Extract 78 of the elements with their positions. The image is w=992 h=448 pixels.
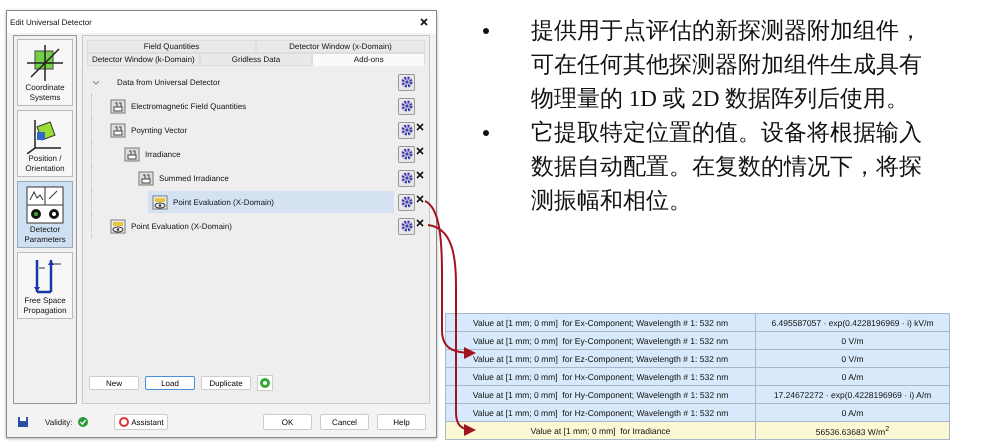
sidebar-item[interactable]: Free Space Propagation xyxy=(17,252,73,319)
tab[interactable]: Gridless Data xyxy=(200,53,312,66)
tree-label: Data from Universal Detector xyxy=(116,78,222,86)
bullet-text: 它提取特定位置的值。设备将根据输入数据自动配置。在复数的情况下，将探测振幅和相位。 xyxy=(531,119,923,215)
table-cell: 0 A/m xyxy=(756,404,950,422)
sidebar-item[interactable]: Detector Parameters xyxy=(17,181,73,248)
lifebuoy-icon xyxy=(119,417,130,427)
module-icon xyxy=(138,170,154,186)
remove-icon[interactable] xyxy=(416,219,424,227)
settings-button[interactable] xyxy=(398,74,415,90)
dialog-button[interactable]: Cancel xyxy=(320,414,369,430)
gear-icon xyxy=(400,220,412,232)
settings-button[interactable] xyxy=(398,170,415,186)
table-cell: 6.495587057 · exp(0.4228196969 · i) kV/m xyxy=(756,314,950,332)
check-icon xyxy=(78,417,88,427)
action-button[interactable]: Duplicate xyxy=(201,376,251,390)
gear-icon xyxy=(400,148,412,160)
table-cell: 0 A/m xyxy=(756,368,950,386)
settings-button[interactable] xyxy=(398,146,415,162)
tree-item[interactable]: Irradiance xyxy=(120,143,394,165)
action-button[interactable]: New xyxy=(89,376,139,390)
settings-button[interactable] xyxy=(398,194,415,210)
table-cell: Value at [1 mm; 0 mm] for Ez-Component; Wavelength # 1: 532 nm xyxy=(446,350,756,368)
dialog-button[interactable]: Help xyxy=(377,414,426,430)
module-icon xyxy=(110,122,126,138)
chevron-icon[interactable] xyxy=(92,80,100,84)
eye-icon xyxy=(152,194,168,210)
table-cell: 56536.63683 W/m$^{2}$ xyxy=(756,422,950,440)
settings-button[interactable] xyxy=(398,218,415,234)
cube-axes-icon xyxy=(25,43,65,83)
gear-icon xyxy=(400,196,412,208)
remove-icon[interactable] xyxy=(416,195,424,203)
bullet-icon xyxy=(483,28,489,34)
table-cell: Value at [1 mm; 0 mm] for Ex-Component; Wavelength # 1: 532 nm xyxy=(446,314,756,332)
module-icon xyxy=(110,98,126,114)
table-cell: 0 V/m xyxy=(756,350,950,368)
sidebar-item[interactable]: Position / Orientation xyxy=(17,110,73,177)
tree-item[interactable]: Poynting Vector xyxy=(106,119,394,141)
tree-item[interactable]: Point Evaluation (X-Domain) xyxy=(148,191,394,213)
remove-icon[interactable] xyxy=(416,171,424,179)
tab[interactable]: Add-ons xyxy=(312,53,426,66)
validity-label: Validity: xyxy=(45,418,72,426)
tab[interactable]: Detector Window (k-Domain) xyxy=(87,53,200,66)
bullet-icon xyxy=(483,130,489,136)
remove-icon[interactable] xyxy=(416,123,424,131)
dialog-button[interactable]: OK xyxy=(263,414,312,430)
tab[interactable]: Detector Window (x-Domain) xyxy=(256,40,425,53)
sidebar-item[interactable]: Coordinate Systems xyxy=(17,39,73,106)
remove-icon[interactable] xyxy=(416,147,424,155)
tree-item[interactable]: Point Evaluation (X-Domain) xyxy=(106,215,394,237)
table-cell: Value at [1 mm; 0 mm] for Ey-Component; Wavelength # 1: 532 nm xyxy=(446,332,756,350)
detector-panel-icon xyxy=(25,185,65,225)
tab[interactable]: Field Quantities xyxy=(87,40,256,53)
refresh-button[interactable] xyxy=(257,375,273,391)
table-cell: Value at [1 mm; 0 mm] for Hx-Component; Wavelength # 1: 532 nm xyxy=(446,368,756,386)
table-cell: Value at [1 mm; 0 mm] for Irradiance xyxy=(446,422,756,440)
table-cell: Value at [1 mm; 0 mm] for Hy-Component; Wavelength # 1: 532 nm xyxy=(446,386,756,404)
assistant-button[interactable]: Assistant xyxy=(114,414,168,430)
module-icon xyxy=(124,146,140,162)
tree-item[interactable]: Electromagnetic Field Quantities xyxy=(106,95,394,117)
table-cell: 0 V/m xyxy=(756,332,950,350)
table-cell: 17.24672272 · exp(0.4228196969 · i) A/m xyxy=(756,386,950,404)
save-icon[interactable] xyxy=(17,416,29,428)
tree-item[interactable]: Summed Irradiance xyxy=(134,167,394,189)
gear-icon xyxy=(400,172,412,184)
table-cell: Value at [1 mm; 0 mm] for Hz-Component; Wavelength # 1: 532 nm xyxy=(446,404,756,422)
gear-icon xyxy=(400,100,412,112)
settings-button[interactable] xyxy=(398,122,415,138)
bullet-text: 提供用于点评估的新探测器附加组件，可在任何其他探测器附加组件生成具有物理量的 1D 或 2D 数据阵列后使用。 xyxy=(531,17,923,113)
action-button[interactable]: Load xyxy=(145,376,195,390)
window-title: Edit Universal Detector xyxy=(10,18,92,26)
eye-icon xyxy=(110,218,126,234)
close-button[interactable] xyxy=(420,18,428,26)
close-icon xyxy=(420,18,428,26)
settings-button[interactable] xyxy=(398,98,415,114)
refresh-gear-icon xyxy=(259,377,271,389)
gear-icon xyxy=(400,124,412,136)
gear-icon xyxy=(400,76,412,88)
